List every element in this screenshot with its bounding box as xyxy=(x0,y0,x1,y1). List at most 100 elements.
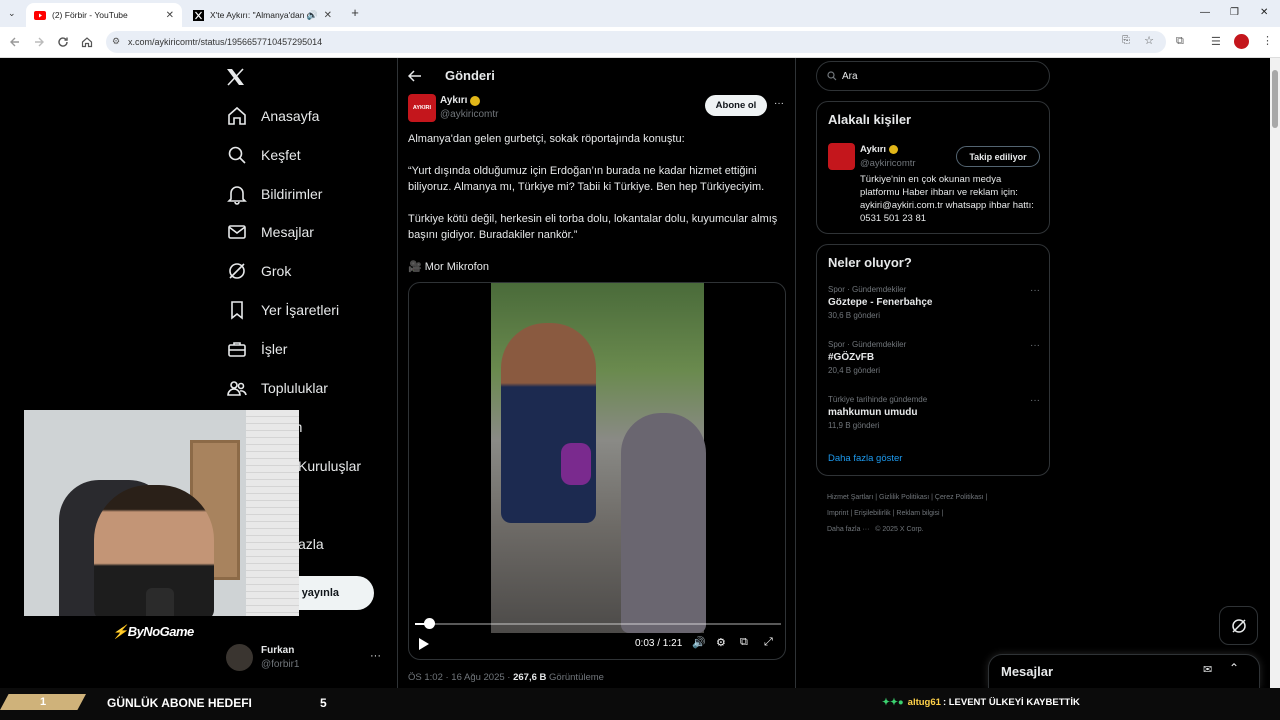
author-handle[interactable]: @aykiricomtr xyxy=(440,109,499,120)
collapse-icon[interactable]: ⌃ xyxy=(1229,661,1239,675)
fullscreen-icon[interactable]: ⤢ xyxy=(764,636,773,649)
profile-icon[interactable] xyxy=(1234,34,1249,49)
grok-fab[interactable] xyxy=(1219,606,1258,645)
search-icon xyxy=(228,146,246,164)
video-scrubber[interactable] xyxy=(423,618,435,629)
sidebar-item-mesajlar[interactable]: Mesajlar xyxy=(226,221,314,243)
more-icon[interactable]: ··· xyxy=(370,650,381,662)
footer-link[interactable]: Imprint xyxy=(827,510,848,517)
author-avatar[interactable]: AYKIRI xyxy=(408,94,436,122)
sidebar-item-yer-i-şaretleri[interactable]: Yer İşaretleri xyxy=(226,299,339,321)
play-icon[interactable] xyxy=(418,638,429,650)
back-arrow-icon[interactable] xyxy=(408,70,422,82)
post-paragraph: Almanya'dan gelen gurbetçi, sokak röport… xyxy=(408,133,685,145)
reload-icon[interactable] xyxy=(56,35,70,49)
sidebar-item-keşfet[interactable]: Keşfet xyxy=(226,144,301,166)
install-icon[interactable]: ⎘ xyxy=(1122,35,1130,46)
forward-icon[interactable] xyxy=(32,35,46,49)
following-button[interactable]: Takip ediliyor xyxy=(956,146,1040,167)
mail-icon xyxy=(228,225,246,240)
related-name[interactable]: Aykırı xyxy=(860,144,899,155)
trend-item[interactable]: Türkiye tarihinde gündemde mahkumun umudu… xyxy=(828,395,1040,440)
webcam-overlay xyxy=(24,410,299,616)
x-logo-icon[interactable] xyxy=(226,68,245,86)
scrollbar-thumb[interactable] xyxy=(1272,70,1278,128)
bell-icon xyxy=(227,185,247,205)
new-message-icon[interactable]: ✉ xyxy=(1203,663,1212,676)
video-frame xyxy=(491,283,706,633)
back-icon[interactable] xyxy=(8,35,22,49)
close-window-icon[interactable]: ✕ xyxy=(1260,7,1268,18)
related-bio: Türkiye'nin en çok okunan medya platform… xyxy=(860,174,1034,224)
footer-more[interactable]: Daha fazla ··· xyxy=(827,526,869,533)
window-blinds xyxy=(246,410,299,616)
bookmark-icon xyxy=(231,301,243,320)
chat-message: : LEVENT ÜLKEYİ KAYBETTİK xyxy=(942,697,1080,708)
sidebar-item-anasayfa[interactable]: Anasayfa xyxy=(226,105,319,127)
close-icon[interactable]: ✕ xyxy=(166,10,174,21)
address-bar[interactable]: ⚙ x.com/aykiricomtr/status/1956657710457… xyxy=(106,31,1166,53)
follow-button[interactable]: Abone ol xyxy=(705,95,767,116)
extensions-icon[interactable]: ⧉ xyxy=(1176,35,1184,48)
minimize-icon[interactable]: — xyxy=(1200,7,1210,18)
browser-toolbar: ⚙ x.com/aykiricomtr/status/1956657710457… xyxy=(0,27,1280,58)
section-title: Alakalı kişiler xyxy=(828,112,912,127)
x-icon xyxy=(192,9,204,21)
footer-link[interactable]: Reklam bilgisi xyxy=(896,510,939,517)
related-handle[interactable]: @aykiricomtr xyxy=(860,158,916,169)
menu-icon[interactable]: ⋮ xyxy=(1262,34,1273,47)
briefcase-icon xyxy=(228,341,246,357)
brand-logo: ⚡ByNoGame xyxy=(112,624,194,639)
footer-link[interactable]: Hizmet Şartları xyxy=(827,494,873,501)
sidebar-item-bildirimler[interactable]: Bildirimler xyxy=(226,183,322,205)
related-avatar[interactable] xyxy=(828,143,855,170)
tab-x[interactable]: X'te Aykırı: "Almanya'dan gı 🔊 ✕ xyxy=(184,3,340,27)
tab-title: (2) Förbir - YouTube xyxy=(52,10,128,20)
post-meta: ÖS 1:02 · 16 Ağu 2025 · 267,6 B Görüntül… xyxy=(408,672,604,683)
more-icon[interactable]: ··· xyxy=(1030,285,1040,296)
maximize-icon[interactable]: ❐ xyxy=(1230,7,1239,18)
home-icon xyxy=(228,106,246,125)
trend-item[interactable]: Spor · Gündemdekiler #GÖZvFB 20,4 B gönder… xyxy=(828,340,1040,385)
video-time: 0:03 / 1:21 xyxy=(635,638,683,649)
account-switcher[interactable]: Furkan @forbir1 ··· xyxy=(226,642,386,674)
page-scrollbar[interactable] xyxy=(1270,58,1280,688)
author-name[interactable]: Aykırı xyxy=(440,95,481,106)
sidebar-item-partial[interactable]: Kuruluşlar xyxy=(298,458,361,474)
sidebar-item-topluluklar[interactable]: Topluluklar xyxy=(226,377,328,399)
more-icon[interactable]: ··· xyxy=(774,98,784,109)
footer-link[interactable]: Gizlilik Politikası xyxy=(879,494,929,501)
more-icon[interactable]: ··· xyxy=(1030,340,1040,351)
home-icon[interactable] xyxy=(80,35,94,49)
tab-youtube[interactable]: (2) Förbir - YouTube ✕ xyxy=(26,3,182,27)
settings-icon[interactable]: ⚙ xyxy=(716,636,726,649)
trend-context: Türkiye tarihinde gündemde xyxy=(828,395,928,404)
footer-link[interactable]: Erişilebilirlik xyxy=(854,510,891,517)
youtube-icon xyxy=(34,9,46,21)
media-icon[interactable]: ☰ xyxy=(1211,35,1221,48)
show-more-link[interactable]: Daha fazla göster xyxy=(828,453,902,464)
sidebar-item-grok[interactable]: Grok xyxy=(226,260,291,282)
sidebar-item-partial[interactable]: azla xyxy=(298,536,324,552)
bookmark-star-icon[interactable]: ☆ xyxy=(1144,34,1154,47)
speaker-icon[interactable]: 🔊 xyxy=(307,10,318,21)
pip-icon[interactable]: ⧉ xyxy=(740,636,748,649)
post-text: Almanya'dan gelen gurbetçi, sokak röport… xyxy=(408,131,783,291)
footer-link[interactable]: Çerez Politikası xyxy=(935,494,984,501)
more-icon[interactable]: ··· xyxy=(1030,395,1040,406)
trend-count: 30,6 B gönderi xyxy=(828,311,881,320)
search-input[interactable]: Ara xyxy=(816,61,1050,91)
video-player[interactable]: 0:03 / 1:21 🔊 ⚙ ⧉ ⤢ xyxy=(408,282,786,660)
sidebar-item-label: Grok xyxy=(261,263,292,280)
tab-search-icon[interactable]: ⌄ xyxy=(8,8,16,19)
close-icon[interactable]: ✕ xyxy=(324,10,332,21)
main-column: Gönderi AYKIRI Aykırı @aykiricomtr Abone… xyxy=(397,58,796,688)
goal-target: 5 xyxy=(320,696,327,710)
new-tab-button[interactable]: + xyxy=(347,5,363,21)
messages-drawer[interactable]: Mesajlar ✉ ⌃ xyxy=(988,654,1260,688)
site-info-icon[interactable]: ⚙ xyxy=(112,36,120,47)
sidebar-item-i-şler[interactable]: İşler xyxy=(226,338,287,360)
trend-item[interactable]: Spor · Gündemdekiler Göztepe - Fenerbahçe… xyxy=(828,285,1040,330)
video-progress-track[interactable] xyxy=(415,618,781,629)
volume-icon[interactable]: 🔊 xyxy=(692,636,706,649)
